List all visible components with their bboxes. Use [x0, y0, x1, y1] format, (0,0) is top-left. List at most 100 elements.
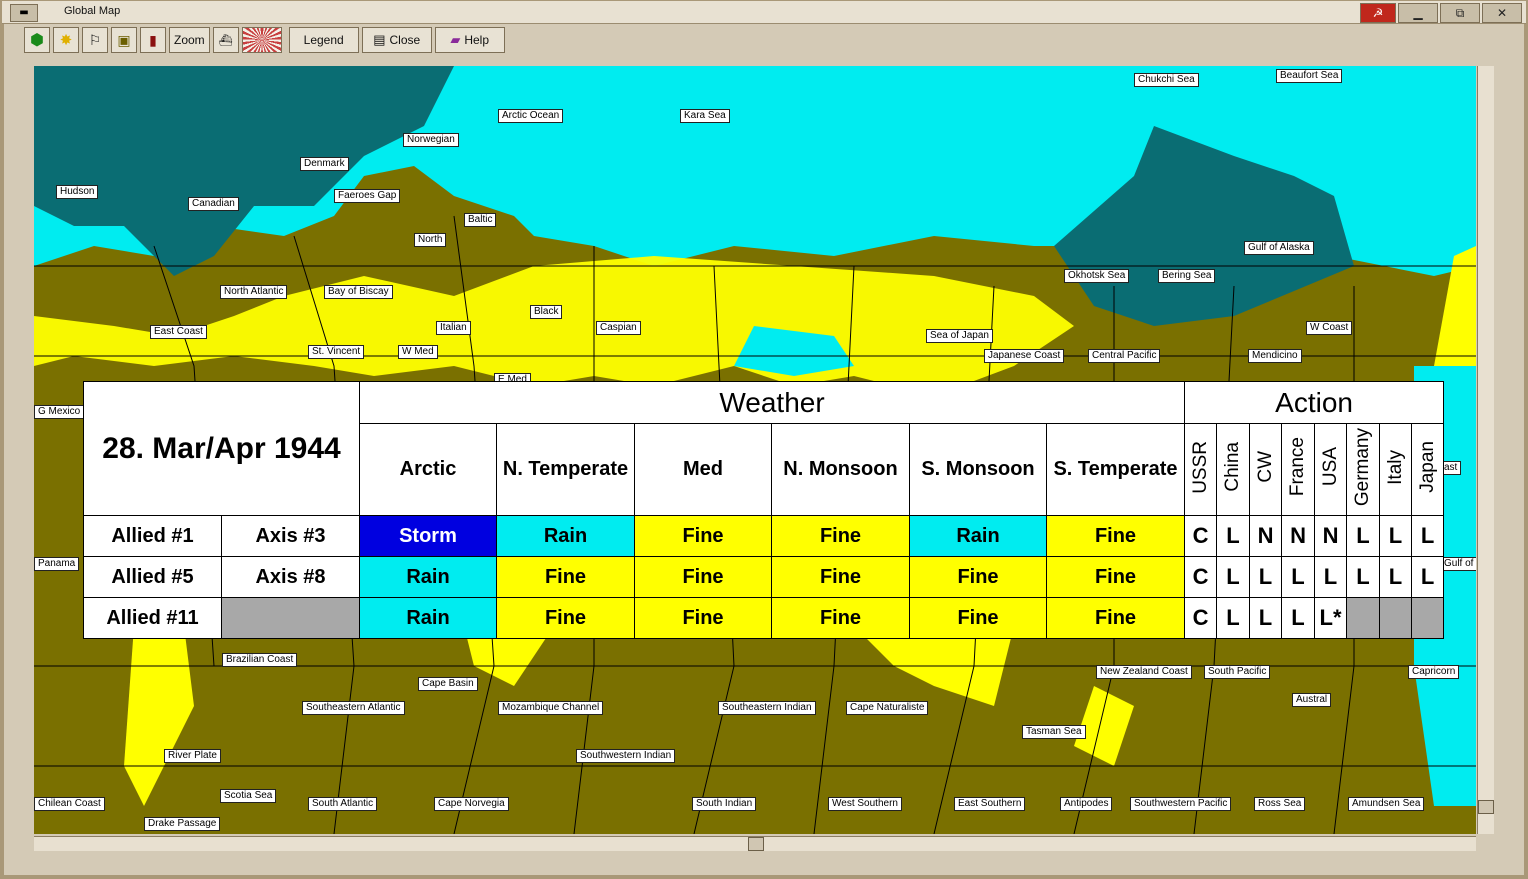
- weather-table: 28. Mar/Apr 1944 Weather Action Arctic N…: [83, 381, 1445, 639]
- map-label: St. Vincent: [308, 345, 365, 359]
- map-label: New Zealand Coast: [1096, 665, 1192, 679]
- nation-header: CW: [1249, 423, 1283, 516]
- weather-panel: 28. Mar/Apr 1944 Weather Action Arctic N…: [83, 381, 1445, 639]
- map-label: Bering Sea: [1158, 269, 1216, 283]
- map-label: Arctic Ocean: [498, 109, 564, 123]
- axis-impulse: Axis #3: [221, 515, 360, 557]
- unit-icon-button[interactable]: ⬢: [24, 27, 50, 53]
- map-label: South Indian: [692, 797, 757, 811]
- map-label: Japanese Coast: [984, 349, 1065, 363]
- action-cell: L: [1346, 515, 1381, 557]
- action-cell-empty: [1346, 597, 1381, 639]
- ship-icon: ⛴: [218, 34, 233, 47]
- action-header: Action: [1184, 381, 1445, 424]
- action-cell: L: [1379, 515, 1413, 557]
- nation-header: USA: [1314, 423, 1348, 516]
- zone-header: Arctic: [359, 423, 497, 516]
- horizontal-scroll-thumb[interactable]: [748, 837, 764, 851]
- map-label: Cape Naturaliste: [846, 701, 929, 715]
- map-label: Southwestern Indian: [576, 749, 676, 763]
- action-cell: L: [1249, 597, 1283, 639]
- horizontal-scrollbar[interactable]: [34, 836, 1476, 851]
- weather-cell: Fine: [634, 597, 772, 639]
- tower-button[interactable]: ▮: [140, 27, 166, 53]
- map-label: W Med: [398, 345, 438, 359]
- nation-header: USSR: [1184, 423, 1218, 516]
- weather-cell: Fine: [496, 597, 635, 639]
- map-label: Sea of Japan: [926, 329, 993, 343]
- nation-header: China: [1216, 423, 1251, 516]
- map-view-button[interactable]: ▣: [111, 27, 137, 53]
- map-label: Norwegian: [403, 133, 459, 147]
- legend-button[interactable]: Legend: [288, 27, 359, 53]
- star-icon-button[interactable]: ✸: [53, 27, 79, 53]
- map-label: Beaufort Sea: [1276, 69, 1343, 83]
- minimize-button[interactable]: ▁: [1398, 3, 1438, 23]
- weather-cell: Rain: [909, 515, 1047, 557]
- map-label: Antipodes: [1060, 797, 1113, 811]
- vertical-scrollbar[interactable]: [1477, 66, 1494, 834]
- system-menu-button[interactable]: ▬: [10, 4, 38, 22]
- weather-cell: Fine: [496, 556, 635, 598]
- map-label: West Southern: [828, 797, 902, 811]
- weather-cell: Fine: [771, 515, 910, 557]
- map-label: W Coast: [1306, 321, 1353, 335]
- map-label: Okhotsk Sea: [1064, 269, 1130, 283]
- axis-impulse: Axis #8: [221, 556, 360, 598]
- map-label: Bay of Biscay: [324, 285, 393, 299]
- fleet-button[interactable]: ⛴: [212, 27, 239, 53]
- map-label: Chilean Coast: [34, 797, 105, 811]
- restore-button[interactable]: ⧉: [1440, 3, 1480, 23]
- action-cell: C: [1184, 515, 1218, 557]
- action-cell-empty: [1411, 597, 1445, 639]
- map-label: Chukchi Sea: [1134, 73, 1199, 87]
- weather-cell: Rain: [359, 597, 497, 639]
- weather-cell: Fine: [1045, 515, 1186, 557]
- flag-icon: ☭: [1360, 3, 1396, 23]
- nation-label: France: [1287, 437, 1309, 497]
- map-label: North Atlantic: [220, 285, 288, 299]
- nation-label: China: [1222, 442, 1244, 492]
- action-cell-empty: [1379, 597, 1413, 639]
- nation-header: Germany: [1346, 423, 1381, 516]
- help-button[interactable]: ▰ Help: [434, 27, 505, 53]
- zoom-button[interactable]: Zoom: [169, 27, 210, 53]
- table-row: Allied #11 Rain Fine Fine Fine Fine Fine…: [83, 597, 1445, 639]
- map-label: Amundsen Sea: [1348, 797, 1425, 811]
- map-label: Southeastern Atlantic: [302, 701, 405, 715]
- action-cell: L: [1281, 597, 1316, 639]
- flag-button[interactable]: ⚐: [82, 27, 108, 53]
- nation-label: Italy: [1384, 449, 1406, 485]
- nation-label: Germany: [1352, 427, 1374, 507]
- allied-impulse: Allied #5: [83, 556, 222, 598]
- map-label: Scotia Sea: [220, 789, 277, 803]
- close-window-button[interactable]: ✕: [1482, 3, 1522, 23]
- map-label: Caspian: [596, 321, 641, 335]
- weather-cell: Fine: [909, 597, 1047, 639]
- title-bar: ▬ Global Map ☭ ▁ ⧉ ✕: [2, 1, 1526, 24]
- vertical-scroll-thumb[interactable]: [1478, 800, 1494, 814]
- close-button[interactable]: ▤ Close: [361, 27, 432, 53]
- map-label: Denmark: [300, 157, 349, 171]
- rising-sun-icon[interactable]: [241, 27, 282, 53]
- tower-icon: ▮: [149, 31, 157, 48]
- help-button-label: Help: [464, 33, 490, 47]
- map-label: Brazilian Coast: [222, 653, 298, 667]
- action-cell: L: [1216, 556, 1251, 598]
- map-label: North: [414, 233, 447, 247]
- action-cell: L: [1216, 597, 1251, 639]
- map-label: Capricorn: [1408, 665, 1460, 679]
- allied-impulse: Allied #11: [83, 597, 222, 639]
- nation-header: Japan: [1411, 423, 1445, 516]
- weather-cell: Storm: [359, 515, 497, 557]
- map-label: Italian: [436, 321, 471, 335]
- nation-label: USA: [1319, 447, 1341, 487]
- weather-cell: Fine: [771, 556, 910, 598]
- map-label: Canadian: [188, 197, 239, 211]
- map-label: Panama: [34, 557, 80, 571]
- map-label: Austral: [1292, 693, 1332, 707]
- weather-cell: Fine: [634, 556, 772, 598]
- close-button-label: Close: [389, 33, 421, 47]
- action-cell: L: [1411, 556, 1445, 598]
- map-label: East Coast: [150, 325, 207, 339]
